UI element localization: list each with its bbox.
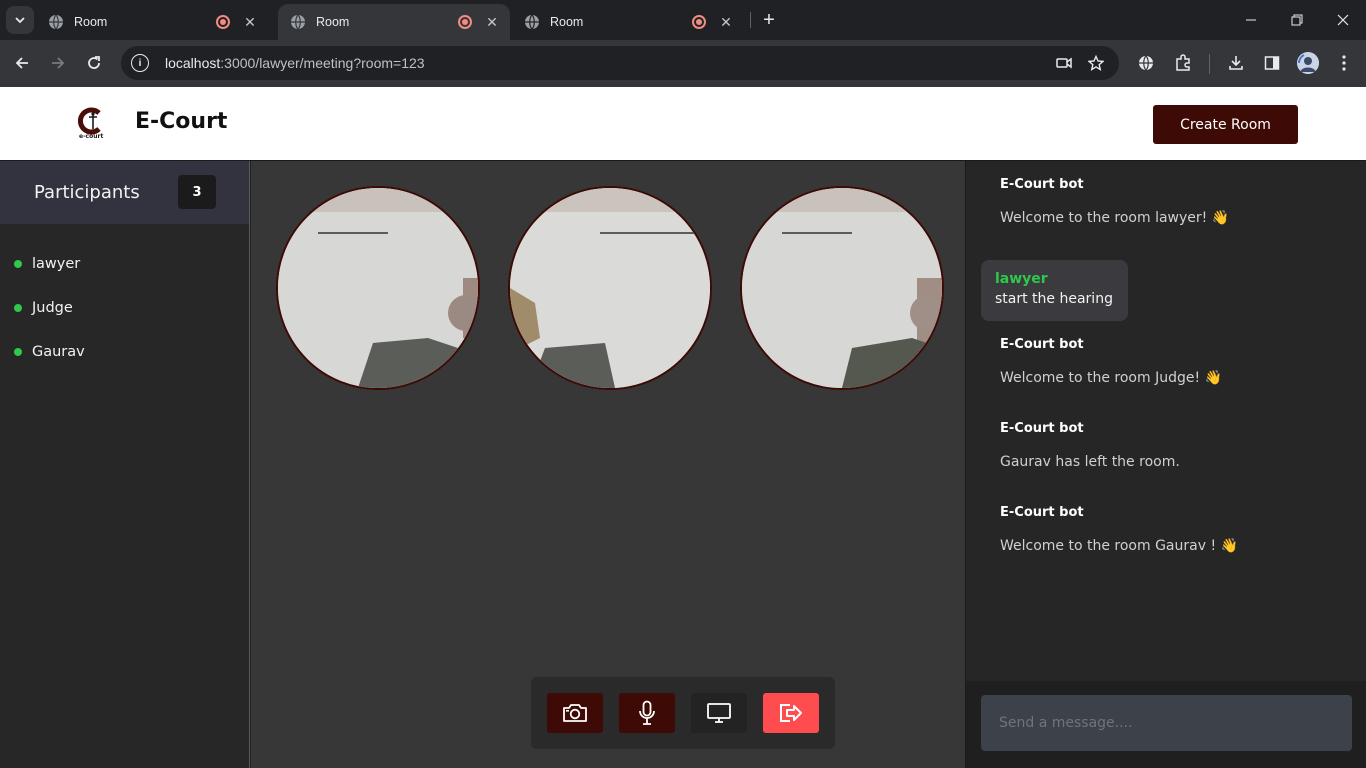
recording-icon xyxy=(458,15,472,29)
message-text: Gaurav has left the room. xyxy=(1000,454,1180,470)
chevron-down-icon xyxy=(15,17,25,24)
browser-tab[interactable]: Room ✕ xyxy=(512,4,744,40)
participant-item: lawyer xyxy=(0,242,249,286)
translate-globe-icon[interactable] xyxy=(1134,51,1158,75)
message-sender: E-Court bot xyxy=(1000,505,1084,520)
camera-in-use-icon[interactable] xyxy=(1055,54,1073,72)
address-bar[interactable]: i localhost:3000/lawyer/meeting?room=123 xyxy=(121,46,1119,80)
online-status-dot xyxy=(14,304,22,312)
message-text: Welcome to the room Judge! 👋 xyxy=(1000,370,1222,386)
kebab-menu-icon[interactable] xyxy=(1332,51,1356,75)
chat-message-bot: E-Court bot Gaurav has left the room. xyxy=(1000,421,1180,470)
window-close-icon[interactable] xyxy=(1320,0,1366,40)
video-tile xyxy=(508,186,712,390)
chat-message-bot: E-Court bot Welcome to the room Gaurav !… xyxy=(1000,505,1238,554)
back-arrow-icon[interactable] xyxy=(8,49,36,77)
close-icon[interactable]: ✕ xyxy=(242,14,258,30)
online-status-dot xyxy=(14,260,22,268)
close-icon[interactable]: ✕ xyxy=(484,14,500,30)
browser-tab[interactable]: Room ✕ xyxy=(36,4,268,40)
download-icon[interactable] xyxy=(1224,51,1248,75)
browser-tabstrip: Room ✕ Room ✕ Room ✕ + xyxy=(0,0,1366,40)
chat-message-bot: E-Court bot Welcome to the room Judge! 👋 xyxy=(1000,337,1222,386)
chat-panel: E-Court bot Welcome to the room lawyer! … xyxy=(965,161,1366,768)
minimize-icon[interactable] xyxy=(1228,0,1274,40)
monitor-icon xyxy=(707,703,731,723)
message-sender: E-Court bot xyxy=(1000,177,1084,192)
message-sender: E-Court bot xyxy=(1000,337,1084,352)
globe-icon xyxy=(48,14,64,30)
create-room-button[interactable]: Create Room xyxy=(1153,105,1298,144)
microphone-toggle-button[interactable] xyxy=(619,693,675,733)
recording-icon xyxy=(216,15,230,29)
tab-title: Room xyxy=(74,15,108,29)
app-header: e-court E-Court Create Room xyxy=(0,87,1366,161)
online-status-dot xyxy=(14,348,22,356)
profile-avatar[interactable] xyxy=(1297,52,1319,74)
participants-sidebar: Participants 3 lawyer Judge Gaurav xyxy=(0,161,250,768)
side-panel-icon[interactable] xyxy=(1260,51,1284,75)
recording-icon xyxy=(692,15,706,29)
video-stage xyxy=(251,161,965,768)
camera-toggle-button[interactable] xyxy=(547,693,603,733)
tab-search-button[interactable] xyxy=(6,6,34,34)
video-tile xyxy=(740,186,944,390)
browser-tab-active[interactable]: Room ✕ xyxy=(278,4,510,40)
participant-name: Gaurav xyxy=(32,344,85,360)
toolbar-separator xyxy=(1209,54,1210,74)
video-tile xyxy=(276,186,480,390)
globe-icon xyxy=(290,14,306,30)
exit-icon xyxy=(780,704,802,722)
screen-share-button[interactable] xyxy=(691,693,747,733)
message-text: Welcome to the room lawyer! 👋 xyxy=(1000,210,1230,226)
tab-title: Room xyxy=(316,15,350,29)
chat-message-user: lawyer start the hearing xyxy=(981,260,1128,321)
extensions-puzzle-icon[interactable] xyxy=(1171,51,1195,75)
close-icon[interactable]: ✕ xyxy=(718,14,734,30)
participants-title: Participants xyxy=(34,182,140,203)
reload-icon[interactable] xyxy=(80,49,108,77)
restore-icon[interactable] xyxy=(1274,0,1320,40)
app-root: e-court E-Court Create Room Participants… xyxy=(0,87,1366,768)
e-court-logo[interactable]: e-court xyxy=(77,107,109,140)
brand-name: E-Court xyxy=(135,109,228,134)
participant-item: Gaurav xyxy=(0,330,249,374)
camera-icon xyxy=(563,704,587,722)
url-text: localhost:3000/lawyer/meeting?room=123 xyxy=(165,55,425,71)
call-controls xyxy=(531,677,835,749)
tab-separator xyxy=(750,12,751,28)
participant-name: Judge xyxy=(32,300,73,316)
chat-input-bar xyxy=(966,681,1366,768)
participant-count-badge: 3 xyxy=(178,175,216,209)
svg-text:e-court: e-court xyxy=(79,133,103,139)
globe-icon xyxy=(524,14,540,30)
bookmark-star-icon[interactable] xyxy=(1087,54,1105,72)
participant-list: lawyer Judge Gaurav xyxy=(0,224,249,374)
site-info-icon[interactable]: i xyxy=(131,54,149,72)
tab-title: Room xyxy=(550,15,584,29)
chat-message-input[interactable] xyxy=(981,695,1352,751)
participant-item: Judge xyxy=(0,286,249,330)
leave-room-button[interactable] xyxy=(763,693,819,733)
new-tab-plus-icon[interactable]: + xyxy=(757,8,781,32)
chat-message-bot: E-Court bot Welcome to the room lawyer! … xyxy=(1000,177,1229,226)
message-sender: lawyer xyxy=(995,271,1048,287)
participants-header: Participants 3 xyxy=(0,161,249,224)
message-text: start the hearing xyxy=(995,291,1113,307)
forward-arrow-icon[interactable] xyxy=(44,49,72,77)
participant-name: lawyer xyxy=(32,256,81,272)
browser-toolbar: i localhost:3000/lawyer/meeting?room=123 xyxy=(0,40,1366,87)
message-sender: E-Court bot xyxy=(1000,421,1084,436)
microphone-icon xyxy=(639,700,655,725)
message-text: Welcome to the room Gaurav ! 👋 xyxy=(1000,538,1238,554)
